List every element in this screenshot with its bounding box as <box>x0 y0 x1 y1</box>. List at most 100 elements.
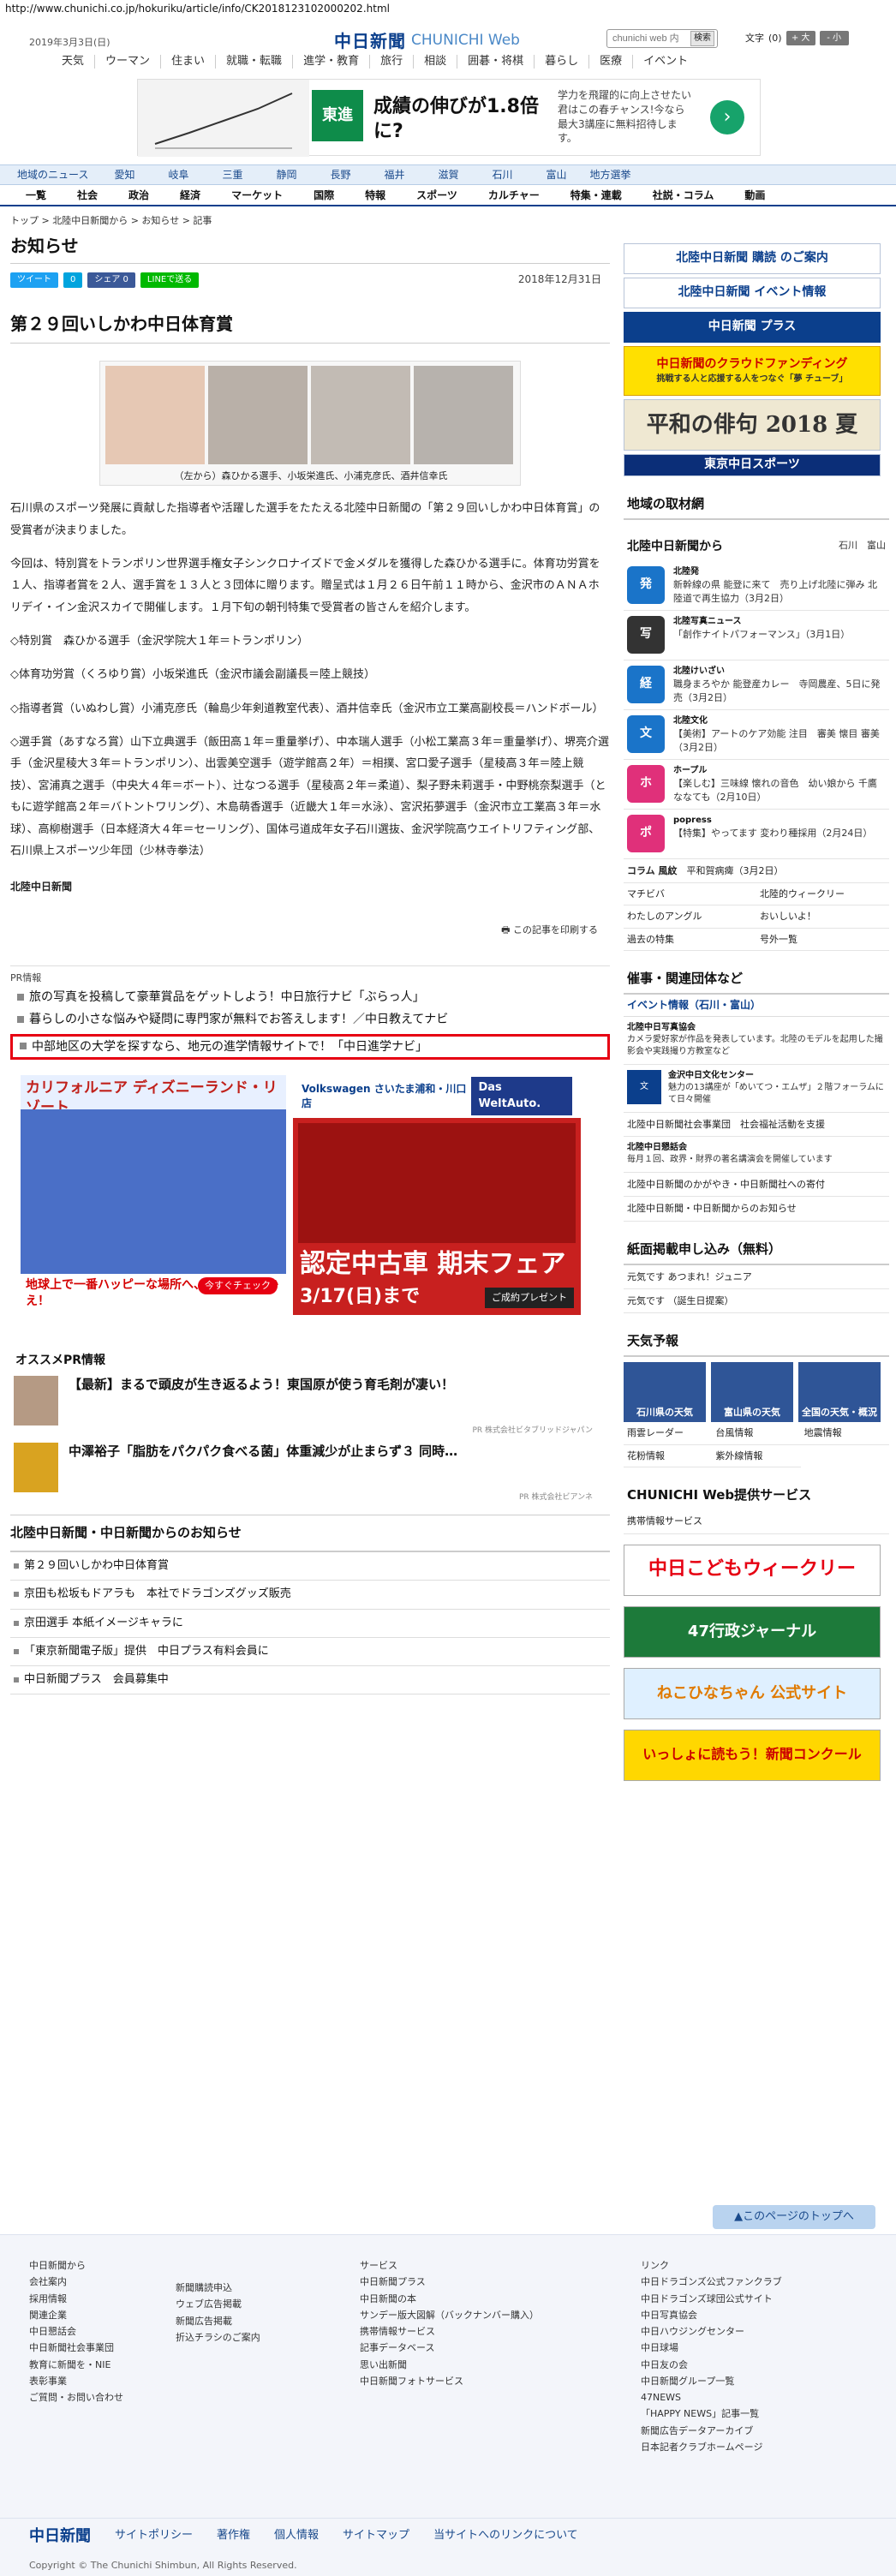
feature-link[interactable]: マチビバ <box>624 883 756 906</box>
top-ad-banner[interactable]: 東進 成績の伸びが1.8倍に? 学力を飛躍的に向上させたい君はこの春チャンス!今… <box>137 79 761 157</box>
font-size-down-button[interactable]: - 小 <box>819 31 849 45</box>
category-nav-item[interactable]: 経済 <box>164 188 216 203</box>
category-nav-item[interactable]: マーケット <box>216 188 298 203</box>
footer-link[interactable]: 中日友の会 <box>641 2357 782 2373</box>
global-nav-item[interactable]: イベント <box>633 55 698 69</box>
category-nav-item[interactable]: 社会 <box>62 188 113 203</box>
breadcrumb[interactable]: トップ > 北陸中日新聞から > お知らせ > 記事 <box>10 214 610 227</box>
url-bar[interactable]: http://www.chunichi.co.jp/hokuriku/artic… <box>0 0 896 19</box>
category-nav-item[interactable]: 動画 <box>729 188 780 203</box>
footer-link[interactable]: ウェブ広告掲載 <box>176 2296 260 2312</box>
footer-link[interactable]: 「HAPPY NEWS」記事一覧 <box>641 2406 782 2422</box>
region-nav-item[interactable]: 静岡 <box>260 168 314 182</box>
org-item[interactable]: 北陸中日懇話会 毎月１回、政界・財界の著名講演会を開催しています <box>624 1137 889 1173</box>
print-link[interactable]: 🖶 この記事を印刷する <box>10 923 610 936</box>
facebook-share-button[interactable]: シェア 0 <box>87 272 135 289</box>
footer-link[interactable]: 中日懇話会 <box>29 2323 123 2340</box>
global-nav-item[interactable]: 暮らし <box>535 55 590 69</box>
footer-bar-link[interactable]: 著作権 <box>217 2528 250 2543</box>
ad-arrow-icon[interactable]: › <box>710 100 744 134</box>
news-item[interactable]: ホホープル 【楽しむ】三味線 懐れの音色 幼い娘から 千鷹ななても（2月10日） <box>624 760 889 810</box>
news-item[interactable]: ポ popress 【特集】やってます 変わり種採用（2月24日） <box>624 810 889 859</box>
newspaper-contest-banner[interactable]: いっしょに読もう！新聞コンクール <box>624 1729 881 1781</box>
region-nav-item[interactable]: 富山 <box>529 168 583 182</box>
column-fumon[interactable]: コラム 風紋 平和賀病痺（3月2日） <box>624 859 889 883</box>
weather-link[interactable]: 雨雲レーダー <box>624 1422 713 1445</box>
footer-link[interactable]: 日本記者クラブホームページ <box>641 2439 782 2455</box>
font-size-up-button[interactable]: + 大 <box>785 31 815 45</box>
region-nav-item[interactable]: 地域のニュース <box>17 168 98 182</box>
footer-link[interactable]: 携帯情報サービス <box>360 2323 539 2340</box>
web-service-link[interactable]: 携帯情報サービス <box>624 1509 889 1534</box>
news-item[interactable]: 経北陸けいざい 職身まろやか 能登産カレー 寺岡農産、5日に発売（3月2日） <box>624 660 889 710</box>
global-nav-item[interactable]: 旅行 <box>370 55 415 69</box>
footer-link[interactable]: 中日新聞フォトサービス <box>360 2373 539 2389</box>
footer-link[interactable]: 教育に新聞を・NIE <box>29 2357 123 2373</box>
reporter-network-title[interactable]: 地域の取材網 <box>624 490 889 520</box>
footer-link[interactable]: 記事データベース <box>360 2340 539 2356</box>
crowdfunding-banner[interactable]: 中日新聞のクラウドファンディング 挑戦する人と応援する人をつなぐ「夢 チューブ」 <box>624 346 881 396</box>
haiku-banner[interactable]: 平和の俳句 2018 夏 <box>624 399 881 451</box>
paper-link[interactable]: 元気です あつまれ！ジュニア <box>624 1265 889 1290</box>
footer-link[interactable]: 中日写真協会 <box>641 2307 782 2323</box>
event-banner[interactable]: 北陸中日新聞 イベント情報 <box>624 278 881 308</box>
news-item[interactable]: 文北陸文化 【美術】アートのケア効能 注目 審美 懐目 審美（3月2日） <box>624 710 889 760</box>
from-link-ishikawa[interactable]: 石川 <box>839 540 857 551</box>
org-link[interactable]: 北陸中日新聞・中日新聞からのお知らせ <box>624 1197 889 1222</box>
notice-item[interactable]: 中日新聞プラス 会員募集中 <box>10 1666 610 1695</box>
notice-item[interactable]: 京田も松坂もドアラも 本社でドラゴンズグッズ販売 <box>10 1581 610 1610</box>
font-size-reset[interactable]: (0) <box>768 32 782 45</box>
region-nav-item[interactable]: 地方選挙 <box>583 168 637 182</box>
footer-link[interactable]: 中日新聞社会事業団 <box>29 2340 123 2356</box>
recommended-item[interactable]: 【最新】まるで頭皮が生き返るよう！東国原が使う育毛剤が凄い！ PR 株式会社ビタ… <box>10 1376 610 1436</box>
region-nav-item[interactable]: 福井 <box>367 168 421 182</box>
from-link-toyama[interactable]: 富山 <box>867 540 886 551</box>
footer-link[interactable]: 会社案内 <box>29 2274 123 2290</box>
category-nav-item[interactable]: カルチャー <box>473 188 555 203</box>
footer-link[interactable]: サンデー版大図解（バックナンバー購入） <box>360 2307 539 2323</box>
global-nav-item[interactable]: ウーマン <box>95 55 162 69</box>
footer-link[interactable]: 採用情報 <box>29 2291 123 2307</box>
category-nav-item[interactable]: 一覧 <box>10 188 62 203</box>
global-nav-item[interactable]: 囲碁・将棋 <box>457 55 535 69</box>
notice-item[interactable]: 「東京新聞電子版」提供 中日プラス有料会員に <box>10 1638 610 1666</box>
category-nav-item[interactable]: 政治 <box>113 188 164 203</box>
weather-link[interactable]: 台風情報 <box>712 1422 801 1445</box>
event-info-link[interactable]: イベント情報（石川・富山） <box>624 995 889 1017</box>
region-nav-item[interactable]: 石川 <box>475 168 529 182</box>
notice-item[interactable]: 第２９回いしかわ中日体育賞 <box>10 1552 610 1581</box>
pr-link-highlighted[interactable]: 中部地区の大学を探すなら、地元の進学情報サイトで！「中日進学ナビ」 <box>10 1033 610 1060</box>
footer-link[interactable]: 表彰事業 <box>29 2373 123 2389</box>
footer-link[interactable]: 折込チラシのご案内 <box>176 2329 260 2346</box>
footer-link[interactable]: 中日ドラゴンズ公式ファンクラブ <box>641 2274 782 2290</box>
news-item[interactable]: 発北陸発 新幹線の県 能登に来て 売り上げ北陸に弾み 北陸道で再生協力（3月2日） <box>624 561 889 611</box>
org-item[interactable]: 北陸中日写真協会 カメラ愛好家が作品を発表しています。北陸のモデルを起用した撮影会… <box>624 1017 889 1065</box>
footer-bar-link[interactable]: 個人情報 <box>274 2528 319 2543</box>
weather-national[interactable]: 全国の天気・概況 <box>798 1362 881 1423</box>
region-nav-item[interactable]: 滋賀 <box>421 168 475 182</box>
gyosei-journal-banner[interactable]: 47行政ジャーナル <box>624 1605 881 1658</box>
footer-bar-link[interactable]: 当サイトへのリンクについて <box>433 2528 578 2543</box>
line-share-button[interactable]: LINEで送る <box>140 272 200 289</box>
footer-logo[interactable]: 中日新聞 <box>29 2525 91 2547</box>
org-link[interactable]: 北陸中日新聞のかがやき・中日新聞社への寄付 <box>624 1173 889 1198</box>
footer-link[interactable]: 思い出新聞 <box>360 2357 539 2373</box>
feature-link[interactable]: わたしのアングル <box>624 905 756 929</box>
category-nav-item[interactable]: 国際 <box>298 188 349 203</box>
weather-link[interactable]: 花粉情報 <box>624 1445 713 1468</box>
feature-link[interactable]: 過去の特集 <box>624 929 756 952</box>
category-nav-item[interactable]: スポーツ <box>401 188 473 203</box>
chunichi-sports-banner[interactable]: 東京中日スポーツ <box>624 454 881 476</box>
feature-link[interactable]: 北陸的ウィークリー <box>756 883 889 906</box>
feature-link[interactable]: 号外一覧 <box>756 929 889 952</box>
region-nav-item[interactable]: 三重 <box>206 168 260 182</box>
global-nav-item[interactable]: 進学・教育 <box>293 55 371 69</box>
weather-link[interactable]: 地震情報 <box>800 1422 889 1445</box>
footer-link[interactable]: 中日新聞プラス <box>360 2274 539 2290</box>
region-nav-item[interactable]: 長野 <box>314 168 367 182</box>
footer-link[interactable]: 新聞購読申込 <box>176 2280 260 2296</box>
global-nav-item[interactable]: 相談 <box>414 55 458 69</box>
paper-link[interactable]: 元気です （誕生日提案） <box>624 1289 889 1314</box>
kodomo-weekly-banner[interactable]: 中日こどもウィークリー <box>624 1544 881 1596</box>
disney-ad[interactable]: カリフォルニア ディズニーランド・リゾート 地球上で一番ハッピーな場所へ、H.I… <box>21 1074 286 1308</box>
